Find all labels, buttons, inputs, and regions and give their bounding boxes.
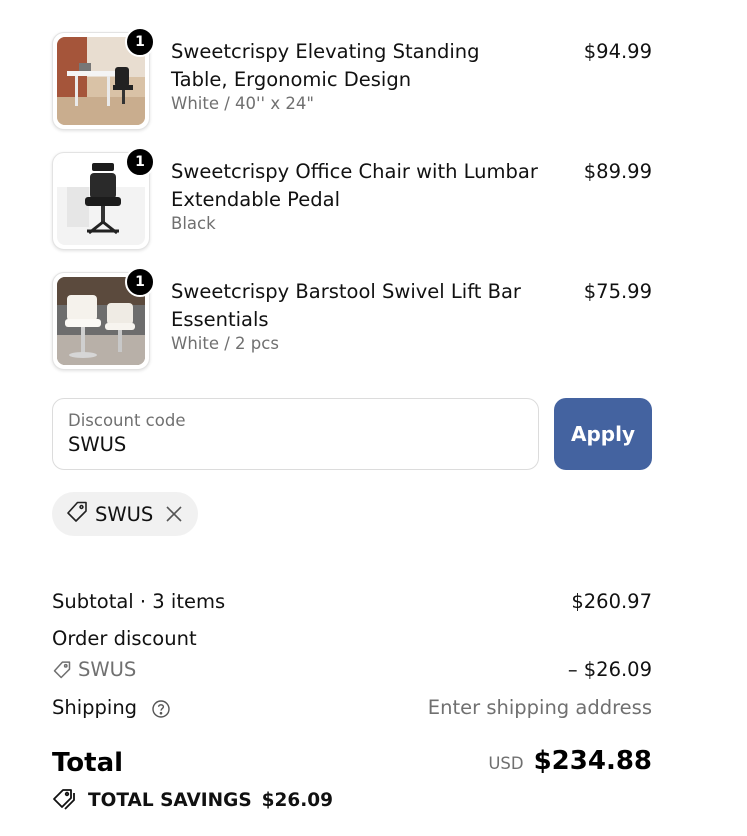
- item-title: Sweetcrispy Barstool Swivel Lift Bar Ess…: [171, 280, 521, 331]
- quantity-badge: 1: [125, 27, 155, 57]
- item-variant: White / 2 pcs: [171, 334, 279, 353]
- discount-code-label: Discount code: [68, 411, 186, 430]
- item-price: $89.99: [583, 160, 652, 183]
- shipping-label: Shipping: [52, 696, 138, 719]
- tag-icon: [52, 660, 72, 680]
- total-savings-label: TOTAL SAVINGS: [88, 789, 252, 811]
- tag-icon: [65, 500, 89, 528]
- product-thumbnail: 1: [52, 267, 155, 370]
- item-price: $94.99: [583, 40, 652, 63]
- currency-code: USD: [488, 754, 524, 773]
- order-discount-value: – $26.09: [567, 658, 652, 681]
- product-thumbnail: 1: [52, 147, 155, 250]
- order-discount-detail-row: SWUS – $26.09: [52, 658, 652, 681]
- total-savings-value: $26.09: [261, 789, 334, 811]
- item-variant: Black: [171, 214, 216, 233]
- total-savings: TOTAL SAVINGS $26.09: [52, 788, 333, 812]
- order-discount-code: SWUS: [52, 658, 652, 681]
- quantity-badge: 1: [125, 147, 155, 177]
- order-discount-label: Order discount: [52, 627, 197, 650]
- line-item: 1 Sweetcrispy Barstool Swivel Lift Bar E…: [52, 267, 652, 372]
- subtotal-row: Subtotal · 3 items $260.97: [52, 590, 652, 613]
- applied-discount-chip: SWUS: [52, 492, 198, 536]
- item-title: Sweetcrispy Elevating Standing Table, Er…: [171, 40, 480, 91]
- item-title: Sweetcrispy Office Chair with Lumbar Ext…: [171, 160, 538, 211]
- item-price: $75.99: [583, 280, 652, 303]
- product-thumbnail: 1: [52, 27, 155, 130]
- close-icon[interactable]: [163, 503, 185, 525]
- apply-button[interactable]: Apply: [554, 398, 652, 470]
- discount-code-input[interactable]: [68, 433, 508, 456]
- total-value-group: USD $234.88: [488, 746, 652, 776]
- quantity-badge: 1: [125, 267, 155, 297]
- total-value: $234.88: [533, 746, 652, 776]
- line-item: 1 Sweetcrispy Office Chair with Lumbar E…: [52, 147, 652, 252]
- subtotal-label: Subtotal · 3 items: [52, 590, 226, 613]
- tags-icon: [52, 788, 78, 812]
- discount-code-field[interactable]: Discount code: [52, 398, 539, 470]
- applied-discount-code: SWUS: [95, 502, 154, 526]
- subtotal-value: $260.97: [571, 590, 652, 613]
- help-circle-icon[interactable]: [151, 699, 171, 719]
- order-discount-row: Order discount: [52, 627, 652, 650]
- item-variant: White / 40'' x 24": [171, 94, 314, 113]
- order-discount-code-text: SWUS: [78, 658, 137, 681]
- shipping-value: Enter shipping address: [427, 696, 652, 719]
- total-label: Total: [52, 748, 124, 778]
- shipping-row: Shipping Enter shipping address: [52, 696, 652, 719]
- order-summary: 1 Sweetcrispy Elevating Standing Table, …: [0, 0, 747, 836]
- line-item: 1 Sweetcrispy Elevating Standing Table, …: [52, 27, 652, 132]
